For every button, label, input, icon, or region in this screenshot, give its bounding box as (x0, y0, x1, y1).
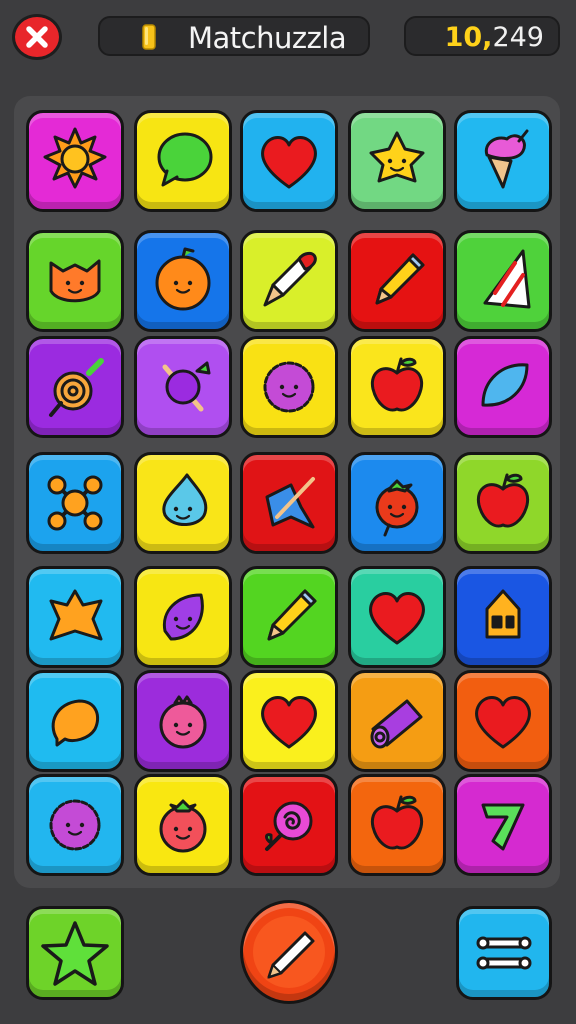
coin-icon (142, 24, 156, 50)
candy-roll-icon (370, 699, 423, 749)
rose-icon (265, 801, 313, 851)
board-tile[interactable] (134, 336, 232, 438)
zigzag-icon (481, 803, 525, 851)
molecule-icon (47, 475, 103, 531)
board-tile[interactable] (240, 230, 338, 332)
board-tile[interactable] (348, 452, 446, 554)
board-tile[interactable] (348, 670, 446, 772)
house-icon (485, 589, 521, 639)
board-tile[interactable] (134, 670, 232, 772)
board-tile[interactable] (348, 566, 446, 668)
close-button[interactable] (12, 14, 62, 60)
board-tile[interactable] (348, 774, 446, 876)
board-tile[interactable] (454, 452, 552, 554)
game-title: Matchuzzla (188, 21, 347, 55)
board-tile[interactable] (348, 336, 446, 438)
board-tile[interactable] (454, 670, 552, 772)
menu-button[interactable] (456, 906, 552, 1000)
board-tile[interactable] (134, 452, 232, 554)
board-tile[interactable] (134, 566, 232, 668)
title-panel: Matchuzzla (98, 16, 370, 56)
score-value: 10,249 (445, 22, 544, 53)
score-panel: 10,249 (404, 16, 560, 56)
arrow-burst-icon (265, 477, 315, 529)
star-icon (41, 921, 109, 986)
menu-lines-icon (476, 936, 532, 970)
board-tile[interactable] (240, 336, 338, 438)
purple-leaf-icon (162, 593, 204, 641)
ice-cream-icon (484, 129, 529, 189)
pencil-icon (253, 916, 325, 988)
board-tile[interactable] (454, 230, 552, 332)
apple-icon (370, 795, 424, 850)
sun-icon (43, 127, 107, 189)
close-x-icon (26, 26, 48, 48)
board-tile[interactable] (348, 110, 446, 212)
board-tile[interactable] (134, 230, 232, 332)
score-tail: 249 (492, 22, 544, 53)
board-tile[interactable] (26, 670, 124, 772)
apple-icon (476, 473, 530, 528)
board-tile[interactable] (26, 566, 124, 668)
board-tile[interactable] (454, 110, 552, 212)
board-tile[interactable] (454, 336, 552, 438)
tomato-icon (375, 479, 419, 537)
heart-icon (261, 136, 317, 189)
lemon-icon (51, 699, 100, 747)
game-board (14, 96, 560, 888)
lollipop-icon (49, 358, 104, 417)
rocket-icon (263, 251, 317, 307)
board-tile[interactable] (240, 110, 338, 212)
top-bar: Matchuzzla 10,249 (0, 0, 576, 80)
board-tile[interactable] (26, 774, 124, 876)
party-hat-icon (483, 249, 531, 309)
water-drop-icon (162, 473, 208, 526)
pencil-button[interactable] (240, 900, 338, 1004)
star-face-icon (369, 131, 425, 183)
board-tile[interactable] (26, 336, 124, 438)
board-tile[interactable] (240, 670, 338, 772)
fuzzy-ball-icon (49, 799, 101, 851)
board-tile[interactable] (134, 774, 232, 876)
star-blob-icon (49, 589, 103, 641)
tomato-face-icon (159, 799, 207, 853)
pencil-icon (267, 589, 317, 641)
pomegranate-icon (159, 695, 207, 749)
fuzzy-ball-icon (263, 361, 315, 413)
board-tile[interactable] (348, 230, 446, 332)
plum-icon (162, 361, 211, 412)
board-tile[interactable] (134, 110, 232, 212)
leaf-icon (481, 363, 529, 407)
heart-icon (475, 696, 531, 749)
pencil-icon (375, 253, 425, 305)
orange-face-icon (155, 247, 211, 311)
speech-bubble-icon (157, 132, 213, 187)
board-tile[interactable] (240, 452, 338, 554)
board-tile[interactable] (454, 566, 552, 668)
board-tile[interactable] (454, 774, 552, 876)
board-tile[interactable] (26, 230, 124, 332)
heart-icon (369, 592, 425, 645)
cat-icon (49, 259, 101, 303)
heart-icon (261, 696, 317, 749)
board-tile[interactable] (26, 110, 124, 212)
score-main: 10, (444, 22, 493, 53)
apple-icon (370, 357, 424, 412)
board-tile[interactable] (240, 774, 338, 876)
star-button[interactable] (26, 906, 124, 1000)
board-tile[interactable] (26, 452, 124, 554)
board-tile[interactable] (240, 566, 338, 668)
